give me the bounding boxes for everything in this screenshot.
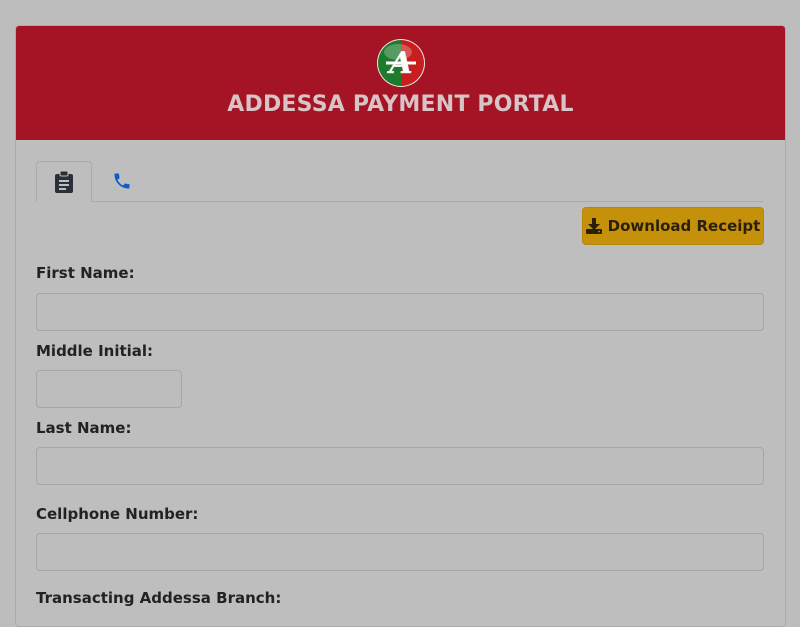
first-name-field[interactable] (36, 293, 764, 331)
download-icon (585, 218, 602, 234)
cellphone-label: Cellphone Number: (36, 505, 199, 523)
payment-portal-card: A ADDESSA PAYMENT PORTAL Download Receip… (15, 25, 786, 627)
clipboard-icon (55, 171, 73, 193)
middle-initial-field[interactable] (36, 370, 182, 408)
tab-contact[interactable] (94, 161, 150, 201)
download-receipt-button[interactable]: Download Receipt (582, 207, 764, 245)
middle-initial-label: Middle Initial: (36, 342, 154, 360)
addessa-logo: A (377, 39, 425, 87)
last-name-label: Last Name: (36, 419, 132, 437)
last-name-field[interactable] (36, 447, 764, 485)
branch-label: Transacting Addessa Branch: (36, 589, 282, 607)
portal-header: A ADDESSA PAYMENT PORTAL (16, 26, 785, 140)
page-title: ADDESSA PAYMENT PORTAL (227, 92, 574, 117)
first-name-label: First Name: (36, 264, 135, 282)
tab-bar (36, 161, 764, 202)
download-receipt-label: Download Receipt (607, 217, 761, 235)
tab-details[interactable] (36, 161, 92, 202)
cellphone-field[interactable] (36, 533, 764, 571)
phone-icon (114, 173, 130, 189)
